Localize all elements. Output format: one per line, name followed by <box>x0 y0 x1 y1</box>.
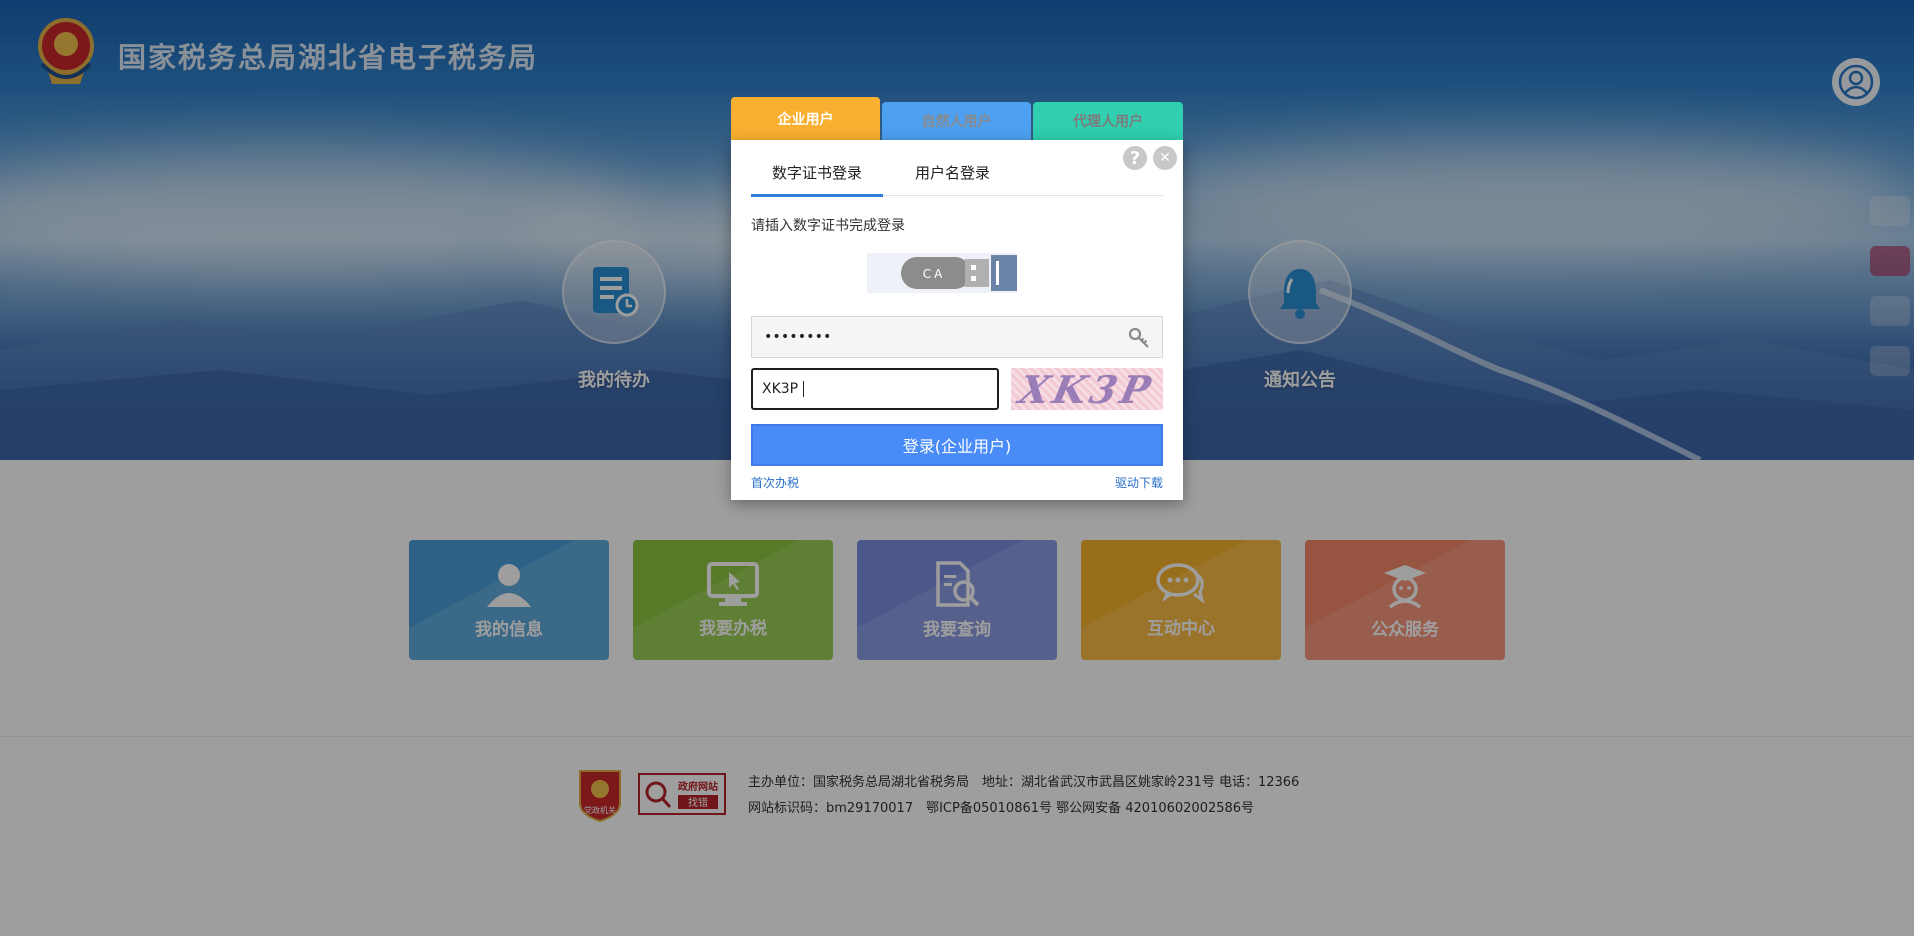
pin-password-field[interactable] <box>751 316 1163 358</box>
first-time-tax-link[interactable]: 首次办税 <box>751 474 799 491</box>
captcha-image[interactable]: XK3P <box>1011 368 1163 410</box>
driver-download-link[interactable]: 驱动下载 <box>1115 474 1163 491</box>
tab-enterprise-user[interactable]: 企业用户 <box>731 97 880 140</box>
usb-ca-key-icon: CA <box>867 253 1017 293</box>
svg-text:CA: CA <box>923 267 946 281</box>
certificate-instruction: 请插入数字证书完成登录 <box>751 218 905 234</box>
dialog-controls: ? ✕ <box>1123 146 1183 176</box>
captcha-text: XK3P <box>1015 368 1159 410</box>
captcha-field[interactable] <box>751 368 999 410</box>
tab-individual-user[interactable]: 自然人用户 <box>882 102 1031 140</box>
text-caret <box>803 381 804 397</box>
login-button[interactable]: 登录(企业用户) <box>751 424 1163 466</box>
close-icon[interactable]: ✕ <box>1153 146 1177 170</box>
captcha-input[interactable] <box>762 381 802 397</box>
active-tab-indicator <box>751 194 883 197</box>
tab-agent-user[interactable]: 代理人用户 <box>1033 102 1183 140</box>
user-type-tabs: 企业用户 自然人用户 代理人用户 <box>731 97 1183 140</box>
login-dialog: 数字证书登录 用户名登录 ? ✕ 请插入数字证书完成登录 CA XK3P 登录(… <box>731 140 1183 500</box>
key-icon <box>1128 327 1149 348</box>
login-method-tabs: 数字证书登录 用户名登录 <box>751 140 1163 197</box>
tab-certificate-login[interactable]: 数字证书登录 <box>772 162 862 183</box>
help-icon[interactable]: ? <box>1123 146 1147 170</box>
tab-username-login[interactable]: 用户名登录 <box>915 162 990 183</box>
pin-password-input[interactable] <box>764 329 1104 345</box>
